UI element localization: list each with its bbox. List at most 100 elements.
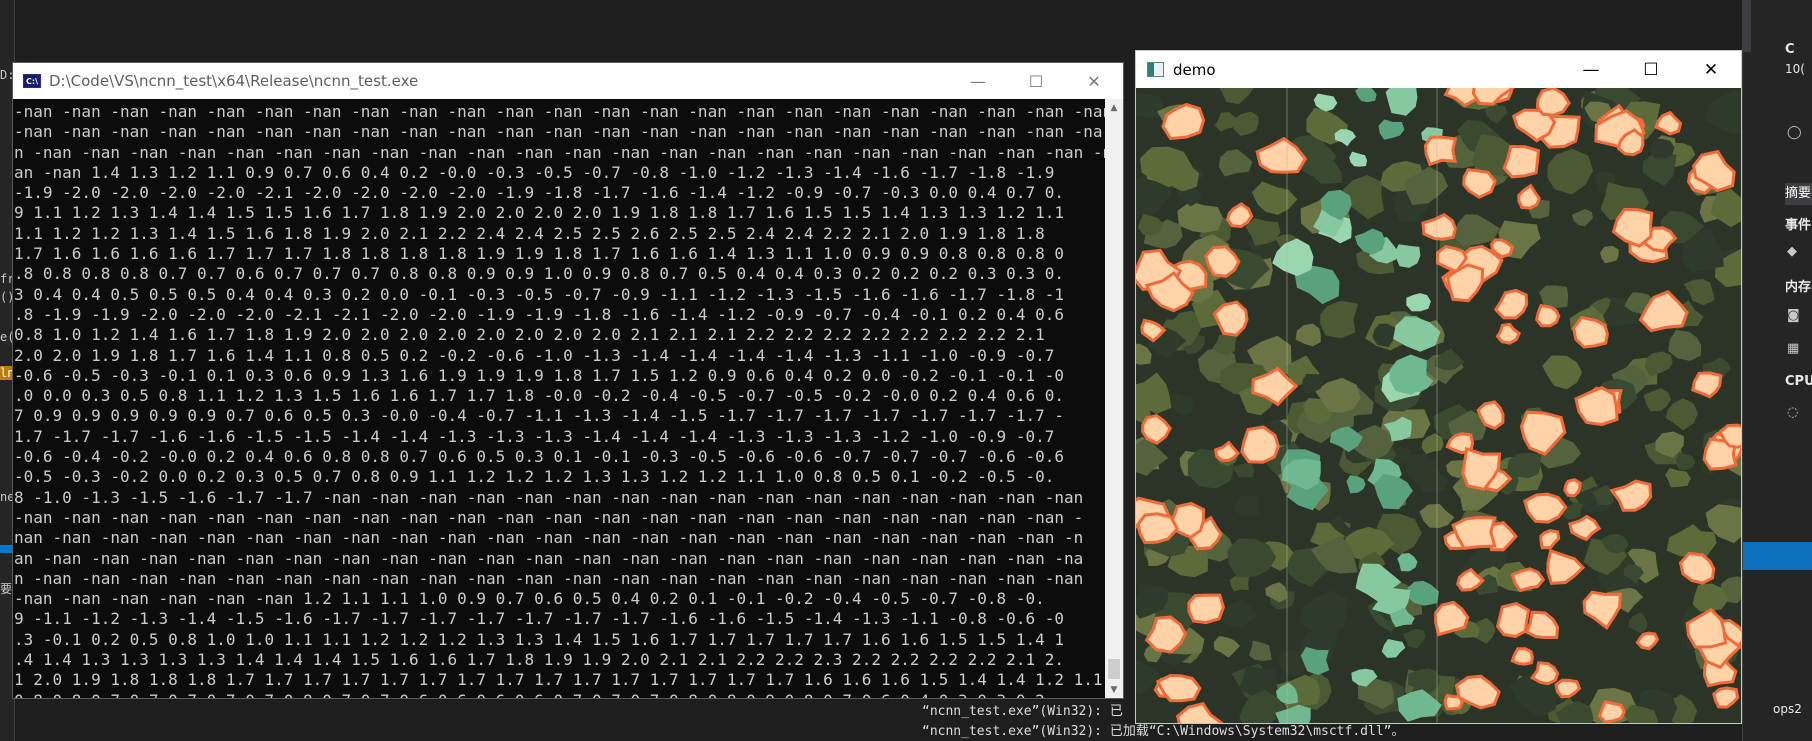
segmentation-overlay-image (1136, 88, 1741, 723)
particle (1334, 129, 1356, 147)
particle (1225, 202, 1254, 229)
particle (1346, 475, 1366, 494)
console-window[interactable]: C:\ D:\Code\VS\ncnn_test\x64\Release\ncn… (12, 62, 1124, 699)
particle (1373, 473, 1413, 510)
particle (1218, 149, 1253, 177)
particle (1385, 88, 1418, 116)
particle (1213, 440, 1241, 462)
particle (1654, 110, 1683, 136)
particle (1523, 492, 1568, 524)
particle (1600, 245, 1619, 264)
particle (1691, 371, 1723, 399)
close-button[interactable]: ✕ (1065, 63, 1123, 99)
particle (1295, 323, 1321, 347)
particle (1248, 640, 1272, 661)
particle (1495, 322, 1521, 345)
panel-title: C (1785, 42, 1795, 57)
minimize-button[interactable]: — (1561, 51, 1621, 88)
particle (1571, 208, 1593, 227)
console-window-title: D:\Code\VS\ncnn_test\x64\Release\ncnn_te… (49, 72, 419, 90)
particle (1524, 610, 1560, 640)
particle (1645, 351, 1673, 377)
cpu-record-icon[interactable]: ◌ (1787, 405, 1798, 420)
tile-seam (1436, 88, 1438, 723)
particle (1484, 105, 1508, 124)
particle (1668, 329, 1702, 361)
particle (1406, 293, 1431, 312)
particle (1240, 425, 1280, 464)
particle (1213, 636, 1240, 658)
particle (1299, 590, 1348, 637)
particle (1530, 661, 1560, 686)
particle (1176, 701, 1224, 723)
particle (1219, 88, 1254, 105)
maximize-button[interactable]: ☐ (1007, 63, 1065, 99)
particle (1535, 88, 1571, 117)
particle (1141, 413, 1172, 446)
particle (1397, 553, 1418, 572)
particle (1495, 602, 1531, 639)
particle (1542, 355, 1583, 390)
ops-fragment: ops2 (1773, 702, 1802, 716)
console-app-icon: C:\ (23, 74, 41, 88)
events-label: 事件 (1785, 218, 1812, 233)
tile-seam (1286, 88, 1288, 723)
particle (1678, 551, 1716, 585)
particle-image (1136, 88, 1741, 723)
maximize-button[interactable]: ☐ (1621, 51, 1681, 88)
panel-separator (1743, 0, 1751, 52)
opencv-window-icon (1147, 62, 1164, 77)
events-diamond-icon[interactable]: ◆ (1787, 244, 1797, 259)
particle (1381, 639, 1406, 658)
demo-window-title: demo (1173, 60, 1216, 79)
scroll-up-icon[interactable]: ▲ (1105, 99, 1123, 116)
particle (1493, 288, 1529, 320)
particle (1229, 575, 1249, 592)
particle (1265, 582, 1287, 603)
console-titlebar[interactable]: C:\ D:\Code\VS\ncnn_test\x64\Release\ncn… (13, 63, 1123, 99)
particle (1423, 135, 1458, 167)
particle (1389, 354, 1427, 395)
particle (1421, 433, 1444, 454)
particle (1402, 628, 1426, 649)
particle (1510, 647, 1535, 666)
memory-label: 内存 (1785, 280, 1812, 295)
particle (1232, 495, 1260, 517)
particle (1502, 144, 1541, 179)
particle (1187, 593, 1225, 625)
particle (1378, 119, 1405, 140)
window-controls: — ☐ ✕ (1561, 51, 1741, 87)
particle (1539, 529, 1561, 550)
particle (1563, 478, 1582, 498)
console-output[interactable]: -nan -nan -nan -nan -nan -nan -nan -nan … (13, 99, 1105, 698)
particle (1421, 212, 1457, 241)
particle (1394, 244, 1421, 268)
particle (1462, 168, 1497, 199)
scroll-down-icon[interactable]: ▼ (1105, 681, 1123, 698)
particle (1666, 524, 1707, 557)
close-button[interactable]: ✕ (1681, 51, 1741, 88)
particle (1611, 207, 1654, 248)
heap-grid-icon[interactable]: ▦ (1787, 341, 1799, 356)
demo-window[interactable]: demo — ☐ ✕ (1135, 50, 1742, 724)
selected-row-band (1743, 542, 1812, 570)
demo-titlebar[interactable]: demo — ☐ ✕ (1136, 51, 1741, 88)
output-line: “ncnn_test.exe”(Win32): 已 (922, 704, 1123, 719)
particle (1635, 631, 1660, 651)
console-scrollbar[interactable]: ▲ ▼ (1105, 99, 1123, 698)
diagnostics-panel: C 10( ◯ 摘要 事件 ◆ 内存 ◙ ▦ CPU ◌ ops2 (1742, 0, 1812, 741)
particle (1676, 453, 1696, 471)
minimize-button[interactable]: — (949, 63, 1007, 99)
particle (1517, 183, 1541, 210)
particle (1403, 453, 1439, 488)
particle (1510, 567, 1546, 593)
particle (1582, 590, 1623, 630)
collapse-icon[interactable]: ◯ (1787, 125, 1802, 140)
scrollbar-thumb[interactable] (1108, 659, 1120, 679)
snapshot-camera-icon[interactable]: ◙ (1787, 308, 1800, 323)
code-fragment: 要 (0, 582, 13, 596)
tab-summary[interactable]: 摘要 (1785, 183, 1812, 205)
particle (1177, 201, 1223, 233)
particle (1643, 388, 1671, 412)
particle (1609, 479, 1653, 512)
